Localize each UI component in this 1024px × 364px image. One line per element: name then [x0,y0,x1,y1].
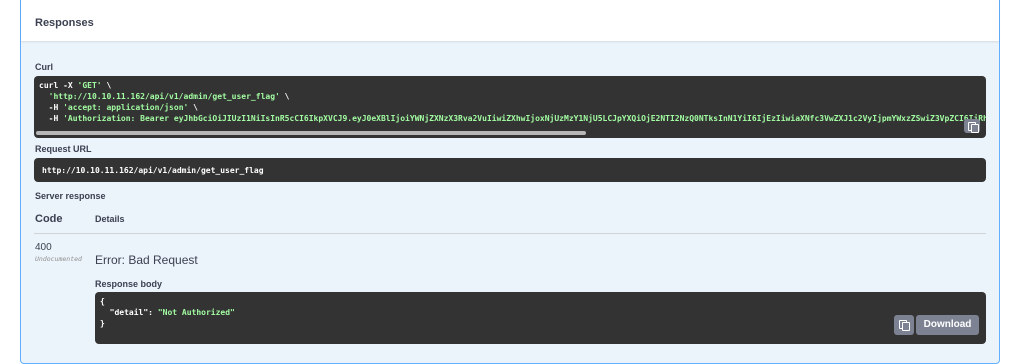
error-message: Error: Bad Request [95,253,198,267]
request-url-value: http://10.10.11.162/api/v1/admin/get_use… [42,166,264,175]
curl-copy-button[interactable] [964,119,980,133]
body-line-1: { [100,297,105,306]
curl-line-4: -H 'Authorization: Bearer eyJhbGciOiJIUz… [39,114,986,123]
code-column-header: Code [35,213,63,225]
curl-line-3: -H 'accept: application/json' \ [39,103,198,112]
responses-title: Responses [35,17,94,29]
response-copy-button[interactable] [894,315,914,335]
curl-command-box[interactable]: curl -X 'GET' \ 'http://10.10.11.162/api… [34,76,986,138]
curl-line-2: 'http://10.10.11.162/api/v1/admin/get_us… [48,92,290,101]
status-code: 400 [35,242,52,253]
responses-header: Responses [21,0,999,41]
curl-horizontal-scrollbar[interactable] [36,131,586,135]
server-response-label: Server response [35,191,106,201]
details-column-header: Details [95,214,125,224]
request-url-box[interactable]: http://10.10.11.162/api/v1/admin/get_use… [34,158,986,182]
request-url-label: Request URL [35,144,92,154]
curl-line-1: curl -X 'GET' \ [39,81,112,90]
curl-label: Curl [35,62,53,72]
body-line-3: } [100,319,105,328]
response-body-label: Response body [95,279,163,289]
download-button[interactable]: Download [916,315,979,335]
table-divider [34,233,986,234]
body-line-2: "detail": "Not Authorized" [109,308,235,317]
response-body-box[interactable]: { "detail": "Not Authorized" } [95,292,986,344]
undocumented-tag: Undocumented [35,255,82,263]
